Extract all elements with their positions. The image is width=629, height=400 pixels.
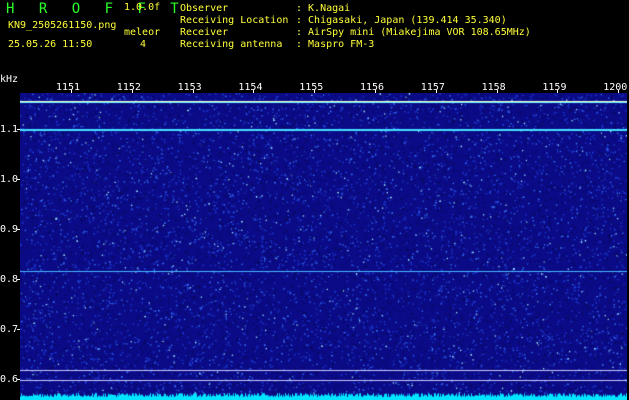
receiver-value: : AirSpy mini (Miakejima VOR 108.65MHz): [296, 27, 531, 38]
x-tick-label: 1155: [299, 82, 324, 93]
y-tick-label: 0.6: [0, 374, 19, 385]
filename-label: KN9_2505261150.png: [8, 20, 117, 31]
antenna-label: Receiving antenna: [180, 39, 283, 50]
x-tick-label: 1158: [481, 82, 506, 93]
x-tick-label: 1153: [177, 82, 202, 93]
antenna-value: : Maspro FM-3: [296, 39, 375, 50]
spectrogram-canvas: [20, 93, 627, 400]
x-tick-label: 1159: [542, 82, 567, 93]
x-tick-label: 1200: [603, 82, 628, 93]
x-tick-label: 1156: [360, 82, 385, 93]
y-tick-label: 0.9: [0, 224, 19, 235]
count-label: 4: [140, 39, 147, 50]
x-tick-label: 1154: [238, 82, 263, 93]
spectrogram: [20, 93, 627, 400]
y-tick-label: 0.7: [0, 324, 19, 335]
hrofft-window: H R O F F T 1.0.0f KN9_2505261150.png me…: [0, 0, 629, 400]
location-label: Receiving Location: [180, 15, 289, 26]
observer-value: : K.Nagai: [296, 3, 351, 14]
x-tick-label: 1151: [56, 82, 81, 93]
receiver-label: Receiver: [180, 27, 229, 38]
location-value: : Chigasaki, Japan (139.414 35.340): [296, 15, 507, 26]
timestamp-label: 25.05.26 11:50: [8, 39, 93, 50]
y-unit-label: kHz: [0, 74, 19, 85]
observer-label: Observer: [180, 3, 229, 14]
x-tick-label: 1157: [420, 82, 445, 93]
x-tick-label: 1152: [116, 82, 141, 93]
mode-label: meleor: [124, 27, 161, 38]
version-label: 1.0.0f: [124, 2, 161, 13]
y-tick-label: 0.8: [0, 274, 19, 285]
y-tick-label: 1.0: [0, 174, 19, 185]
y-tick-label: 1.1: [0, 124, 19, 135]
